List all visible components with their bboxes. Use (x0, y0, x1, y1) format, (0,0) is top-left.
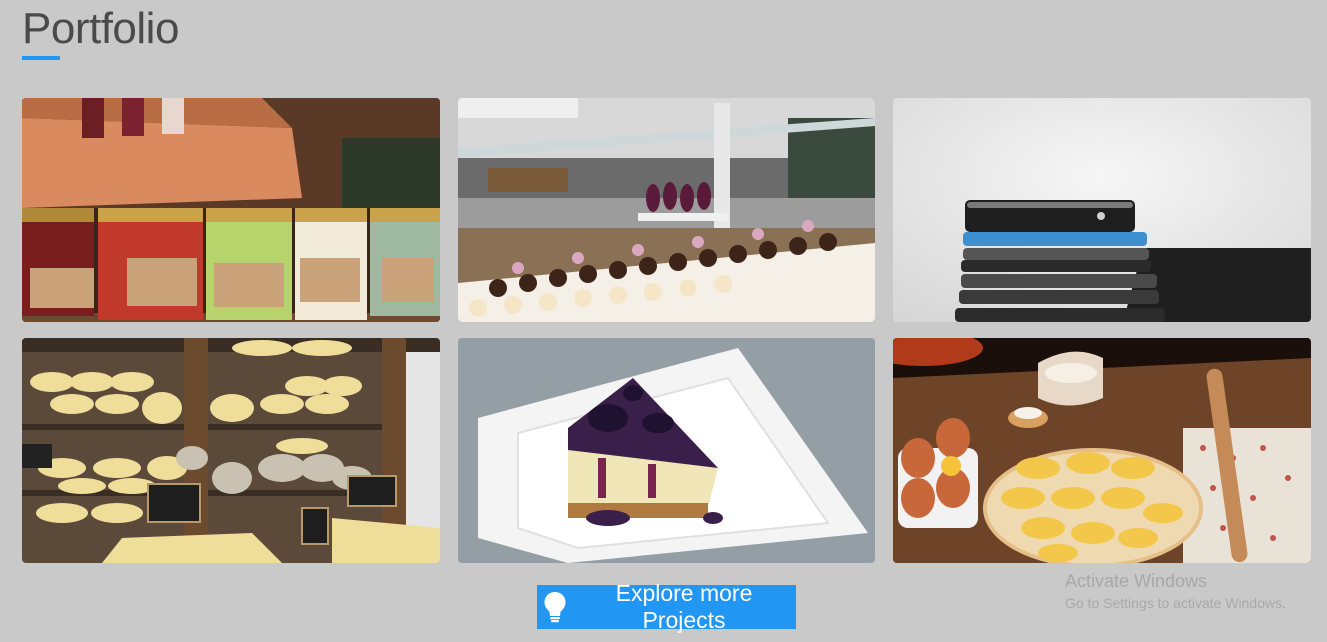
portfolio-grid (22, 98, 1311, 563)
activate-windows-title: Activate Windows (1065, 571, 1208, 591)
activate-windows-subtitle: Go to Settings to activate Windows. (1065, 595, 1286, 611)
page-title: Portfolio (22, 4, 179, 53)
portfolio-item-pastries[interactable] (458, 98, 875, 322)
portfolio-item-phones[interactable] (893, 98, 1311, 322)
portfolio-item-candles[interactable] (22, 98, 440, 322)
candle-jars-image (22, 98, 440, 322)
explore-projects-button[interactable]: Explore more Projects (537, 580, 796, 633)
portfolio-page: Portfolio Explore more Projects Activate… (0, 0, 1327, 642)
cheese-shelves-image (22, 338, 440, 563)
explore-projects-label: Explore more Projects (615, 580, 753, 633)
portfolio-item-cheese[interactable] (22, 338, 440, 563)
pastry-display-image (458, 98, 875, 322)
cheesecake-slice-image (458, 338, 875, 563)
stacked-smartphones-image (893, 98, 1311, 322)
portfolio-item-dumplings[interactable] (893, 338, 1311, 563)
portfolio-item-cheesecake[interactable] (458, 338, 875, 563)
lightbulb-icon (543, 591, 567, 623)
dumplings-baking-image (893, 338, 1311, 563)
activate-windows-watermark: Activate Windows Go to Settings to activ… (1065, 570, 1286, 612)
title-underline (22, 56, 60, 60)
